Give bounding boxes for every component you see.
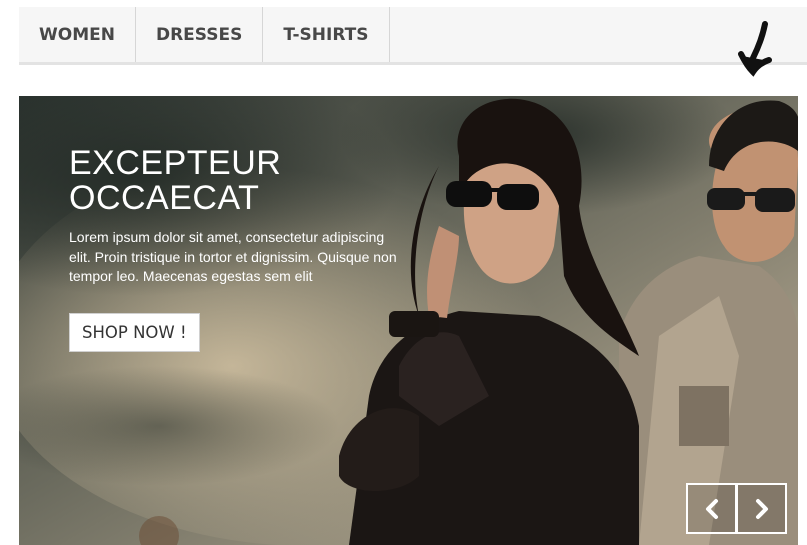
chevron-left-icon xyxy=(705,498,718,519)
slide-title-line-2: Occaecat xyxy=(69,179,260,217)
slider-prev-button[interactable] xyxy=(686,483,737,534)
nav-item-women[interactable]: Women xyxy=(19,7,136,62)
nav-item-label: Women xyxy=(39,24,115,45)
slider-next-button[interactable] xyxy=(736,483,787,534)
slide-text: Lorem ipsum dolor sit amet, consectetur … xyxy=(69,229,397,284)
hero-slider: Excepteur Occaecat Lorem ipsum dolor sit… xyxy=(19,96,798,545)
nav-item-tshirts[interactable]: T-shirts xyxy=(263,7,390,62)
chevron-right-icon xyxy=(755,498,768,519)
nav-item-label: T-shirts xyxy=(283,24,369,45)
slide-title: Excepteur Occaecat xyxy=(69,146,409,216)
nav-item-dresses[interactable]: Dresses xyxy=(136,7,264,62)
cursor-arrow-icon xyxy=(738,21,772,77)
nav-item-label: Dresses xyxy=(155,24,243,45)
slide-title-line-1: Excepteur xyxy=(69,144,282,182)
top-nav: Women Dresses T-shirts xyxy=(19,7,807,65)
shop-now-button[interactable]: Shop now ! xyxy=(69,313,200,352)
shop-now-label: Shop now ! xyxy=(82,323,187,342)
slide-caption: Excepteur Occaecat Lorem ipsum dolor sit… xyxy=(69,146,409,287)
